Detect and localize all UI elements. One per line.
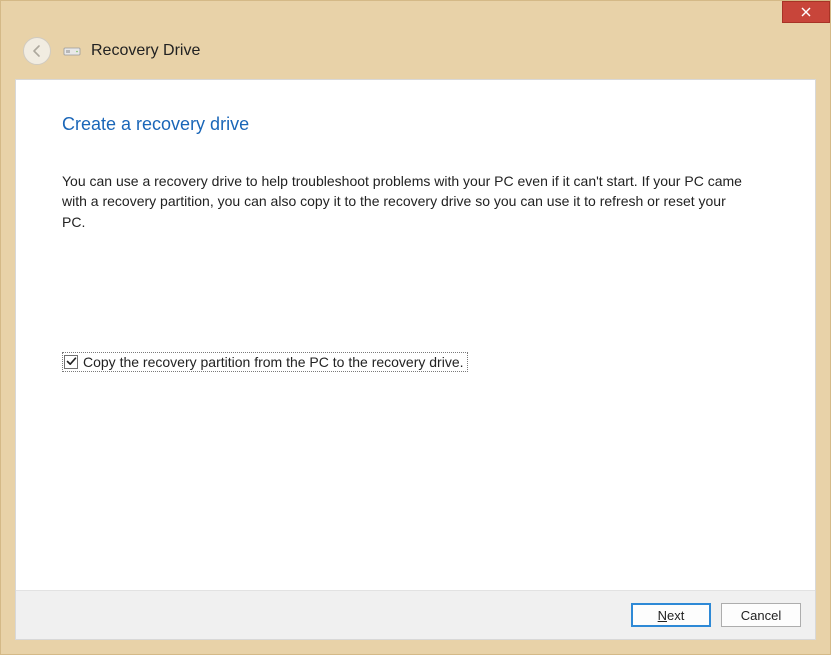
content-body: Create a recovery drive You can use a re… bbox=[16, 80, 815, 590]
checkmark-icon bbox=[66, 356, 77, 367]
wizard-window: Recovery Drive Create a recovery drive Y… bbox=[0, 0, 831, 655]
copy-partition-checkbox[interactable] bbox=[64, 355, 78, 369]
button-bar: Next Cancel bbox=[16, 590, 815, 639]
window-title: Recovery Drive bbox=[91, 42, 200, 60]
next-button-suffix: ext bbox=[667, 608, 684, 623]
drive-icon bbox=[63, 44, 81, 58]
back-button[interactable] bbox=[23, 37, 51, 65]
close-button[interactable] bbox=[782, 1, 830, 23]
cancel-button[interactable]: Cancel bbox=[721, 603, 801, 627]
close-icon bbox=[801, 7, 811, 17]
page-description: You can use a recovery drive to help tro… bbox=[62, 171, 752, 232]
header-row: Recovery Drive bbox=[1, 31, 830, 79]
next-button-mnemonic: N bbox=[658, 608, 667, 623]
page-heading: Create a recovery drive bbox=[62, 114, 769, 135]
copy-partition-option[interactable]: Copy the recovery partition from the PC … bbox=[62, 352, 468, 372]
content-panel: Create a recovery drive You can use a re… bbox=[15, 79, 816, 640]
back-arrow-icon bbox=[30, 44, 44, 58]
titlebar bbox=[1, 1, 830, 31]
copy-partition-label[interactable]: Copy the recovery partition from the PC … bbox=[83, 354, 464, 370]
next-button[interactable]: Next bbox=[631, 603, 711, 627]
